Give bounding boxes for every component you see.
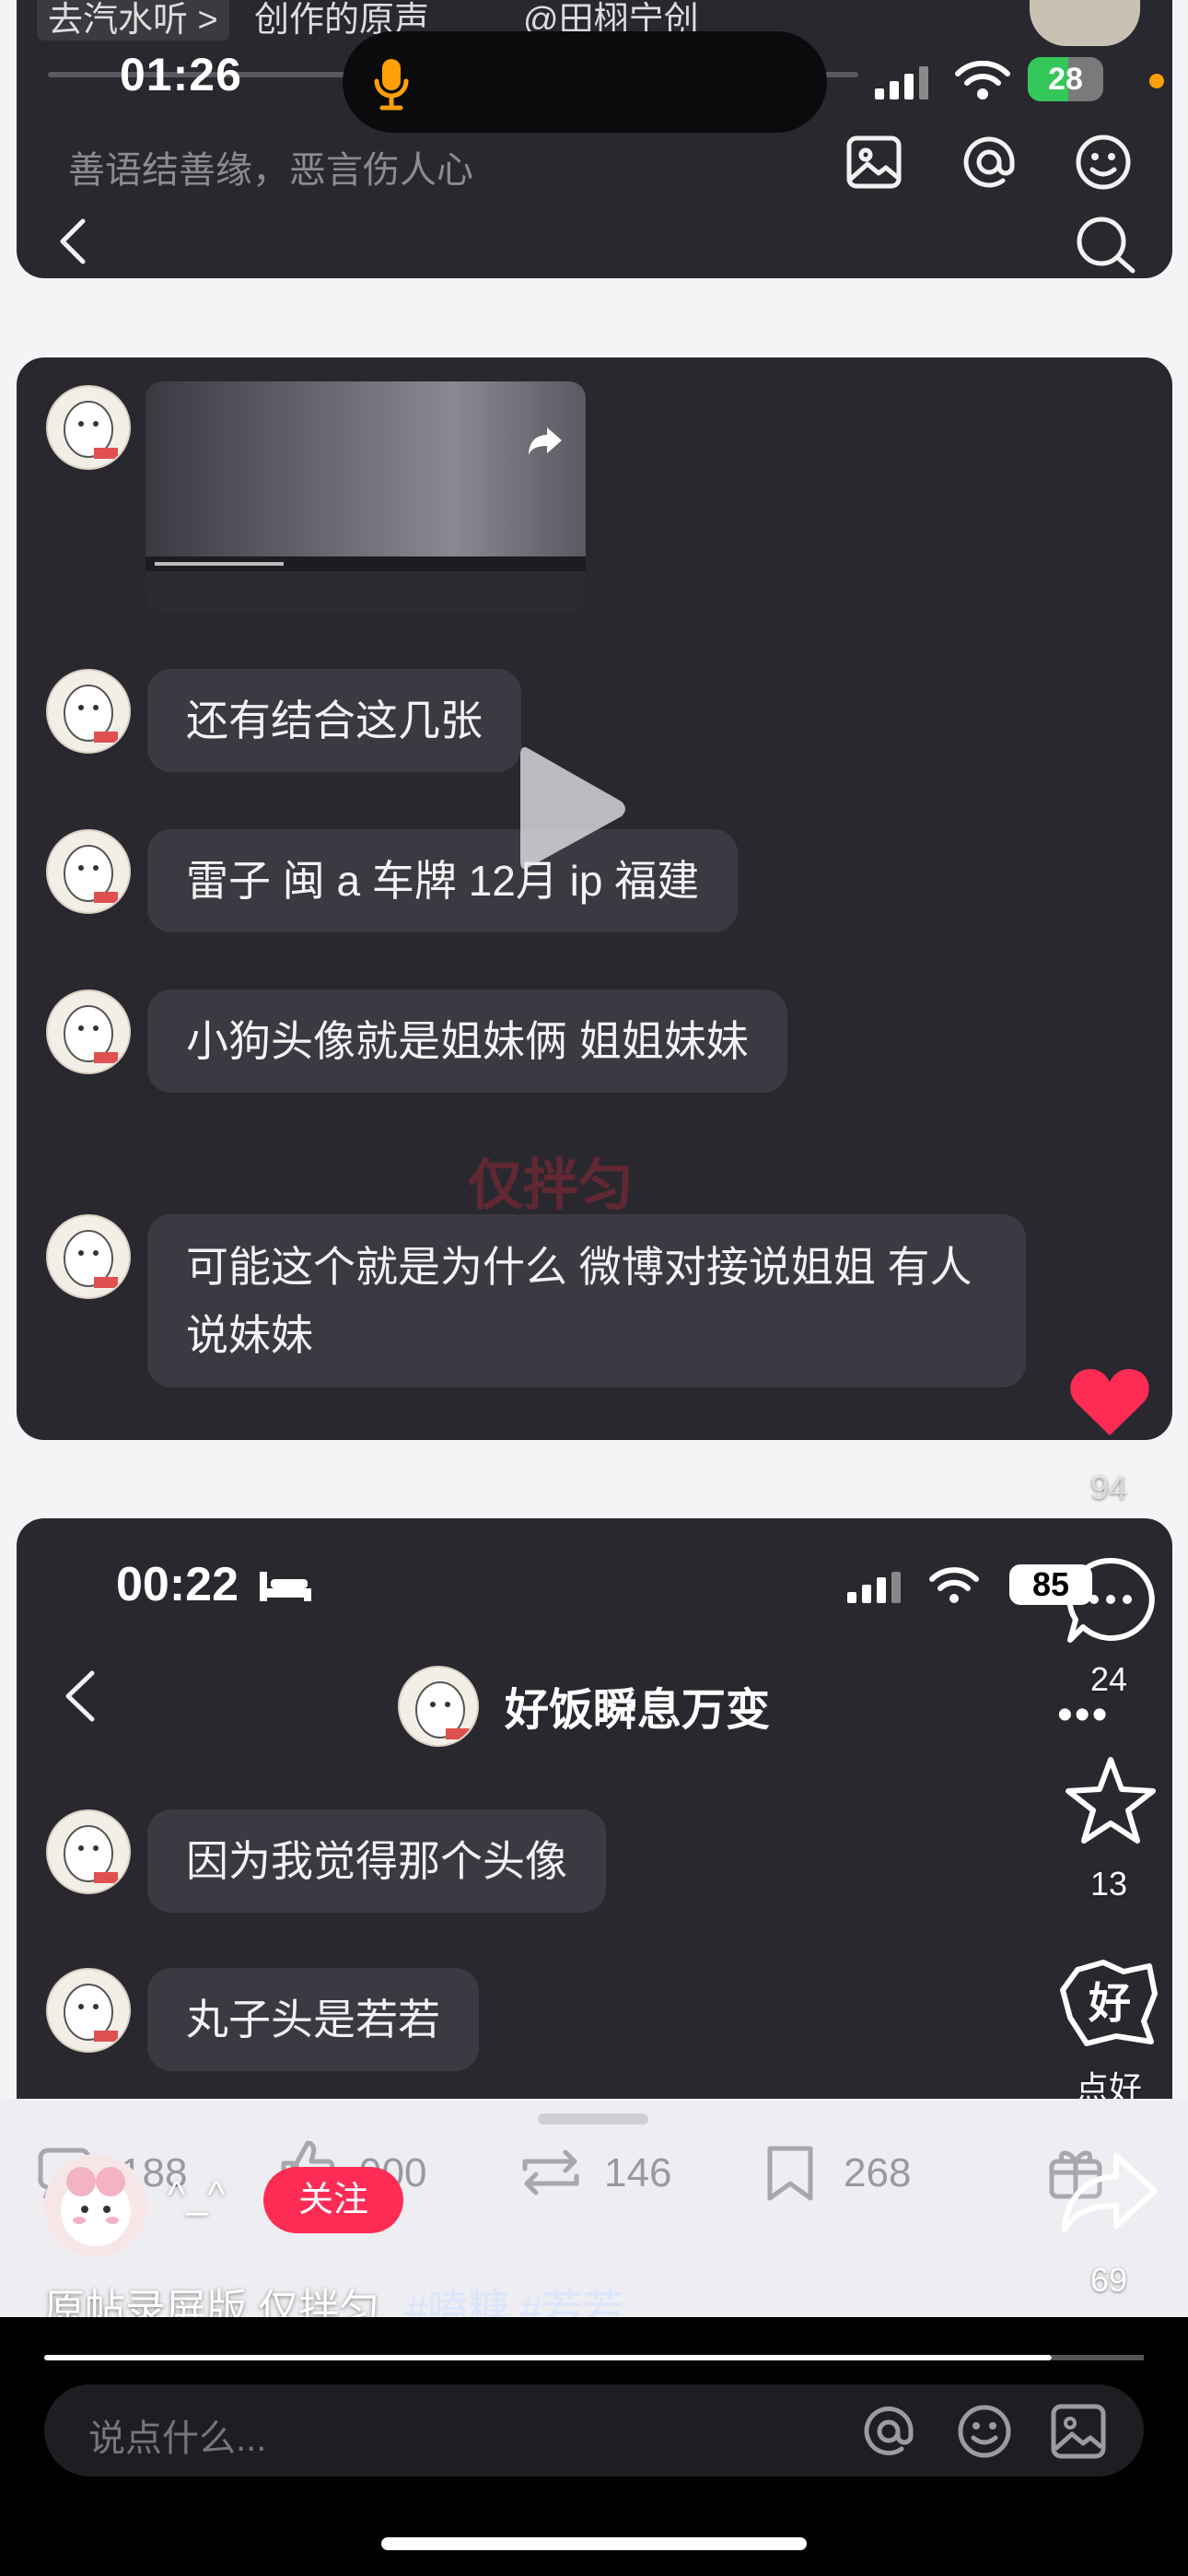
share-icon bbox=[529, 427, 562, 455]
status-time: 01:26 bbox=[120, 49, 242, 100]
music-disc-icon bbox=[1030, 0, 1140, 46]
comment-input-placeholder[interactable]: 善语结善缘，恶言伤人心 bbox=[68, 140, 473, 193]
message-bubble: 可能这个就是为什么 微博对接说姐姐 有人说妹妹 bbox=[147, 1214, 1026, 1388]
favorite-star-icon[interactable] bbox=[1063, 1754, 1159, 1846]
bookmark-icon[interactable] bbox=[764, 2145, 816, 2202]
avatar bbox=[46, 385, 131, 470]
music-source-label: 去汽水听 > bbox=[37, 0, 229, 41]
dynamic-island bbox=[343, 31, 827, 133]
avatar bbox=[46, 1968, 131, 2053]
avatar bbox=[398, 1666, 479, 1747]
drag-handle[interactable] bbox=[538, 2113, 648, 2125]
avatar bbox=[46, 989, 131, 1074]
back-arrow-icon[interactable] bbox=[61, 1668, 101, 1725]
message-bubble: 因为我觉得那个头像 bbox=[147, 1809, 606, 1913]
comment-input-placeholder[interactable]: 说点什么... bbox=[88, 2408, 266, 2462]
home-indicator[interactable] bbox=[381, 2537, 807, 2550]
image-icon[interactable] bbox=[1050, 2403, 1107, 2460]
video-progress-bar[interactable] bbox=[44, 2355, 1052, 2360]
privacy-indicator-dot bbox=[1149, 74, 1164, 88]
good-sticker-icon[interactable]: 好 bbox=[1059, 1957, 1160, 2049]
image-icon[interactable] bbox=[845, 135, 903, 190]
message-bubble: 丸子头是若若 bbox=[147, 1968, 479, 2071]
share-arrow-icon[interactable] bbox=[1059, 2150, 1160, 2235]
message-bubble: 雷子 闽 a 车牌 12月 ip 福建 bbox=[147, 829, 739, 932]
emoji-icon[interactable] bbox=[1074, 133, 1133, 192]
like-count: 94 bbox=[1089, 1469, 1128, 1506]
emoji-icon[interactable] bbox=[956, 2403, 1013, 2460]
microphone-icon bbox=[374, 59, 409, 111]
avatar bbox=[46, 1214, 131, 1299]
search-icon[interactable] bbox=[1074, 214, 1138, 275]
screen-recording-home-indicator bbox=[372, 2321, 816, 2334]
repost-icon[interactable] bbox=[516, 2149, 586, 2196]
avatar bbox=[46, 669, 131, 754]
comment-count: 24 bbox=[1089, 1660, 1128, 1698]
battery-indicator: 28 bbox=[1028, 57, 1103, 101]
avatar bbox=[46, 829, 131, 914]
video-progress-remaining bbox=[1052, 2355, 1144, 2360]
mention-icon[interactable] bbox=[860, 2403, 917, 2460]
share-count: 69 bbox=[1089, 2261, 1128, 2299]
dm-screenshot-card: 00:22 85 好饭瞬息万变 ••• 因为我觉得那个头像 丸子头是若若 bbox=[17, 1518, 1172, 2099]
author-avatar[interactable] bbox=[44, 2154, 147, 2257]
watermark-text: 仅拌匀 bbox=[468, 1154, 634, 1216]
svg-text:好: 好 bbox=[1088, 1978, 1131, 2028]
bed-icon bbox=[260, 1572, 311, 1601]
like-heart-icon[interactable] bbox=[1068, 1365, 1151, 1439]
shared-video-thumbnail[interactable] bbox=[146, 381, 586, 612]
message-bubble: 小狗头像就是姐妹俩 姐姐妹妹 bbox=[147, 989, 787, 1093]
comment-icon[interactable] bbox=[1065, 1555, 1157, 1645]
reposts-count: 146 bbox=[604, 2150, 672, 2195]
message-bubble: 还有结合这几张 bbox=[147, 669, 521, 772]
mention-icon[interactable] bbox=[960, 133, 1019, 192]
author-name[interactable]: ^_^ bbox=[168, 2172, 226, 2217]
play-icon[interactable] bbox=[511, 737, 631, 880]
dm-status-time: 00:22 bbox=[116, 1558, 239, 1611]
saves-count: 268 bbox=[844, 2150, 912, 2195]
cellular-signal-icon bbox=[847, 1572, 901, 1603]
cellular-signal-icon bbox=[875, 66, 928, 100]
dm-chat-title: 好饭瞬息万变 bbox=[505, 1686, 771, 1735]
wifi-icon bbox=[955, 61, 1010, 100]
wifi-icon bbox=[929, 1567, 979, 1603]
back-arrow-icon[interactable] bbox=[55, 216, 92, 267]
follow-button[interactable]: 关注 bbox=[263, 2167, 403, 2233]
avatar bbox=[46, 1809, 131, 1894]
favorite-count: 13 bbox=[1089, 1865, 1128, 1903]
chat-screenshot-card: 还有结合这几张 雷子 闽 a 车牌 12月 ip 福建 小狗头像就是姐妹俩 姐姐… bbox=[17, 357, 1172, 1440]
